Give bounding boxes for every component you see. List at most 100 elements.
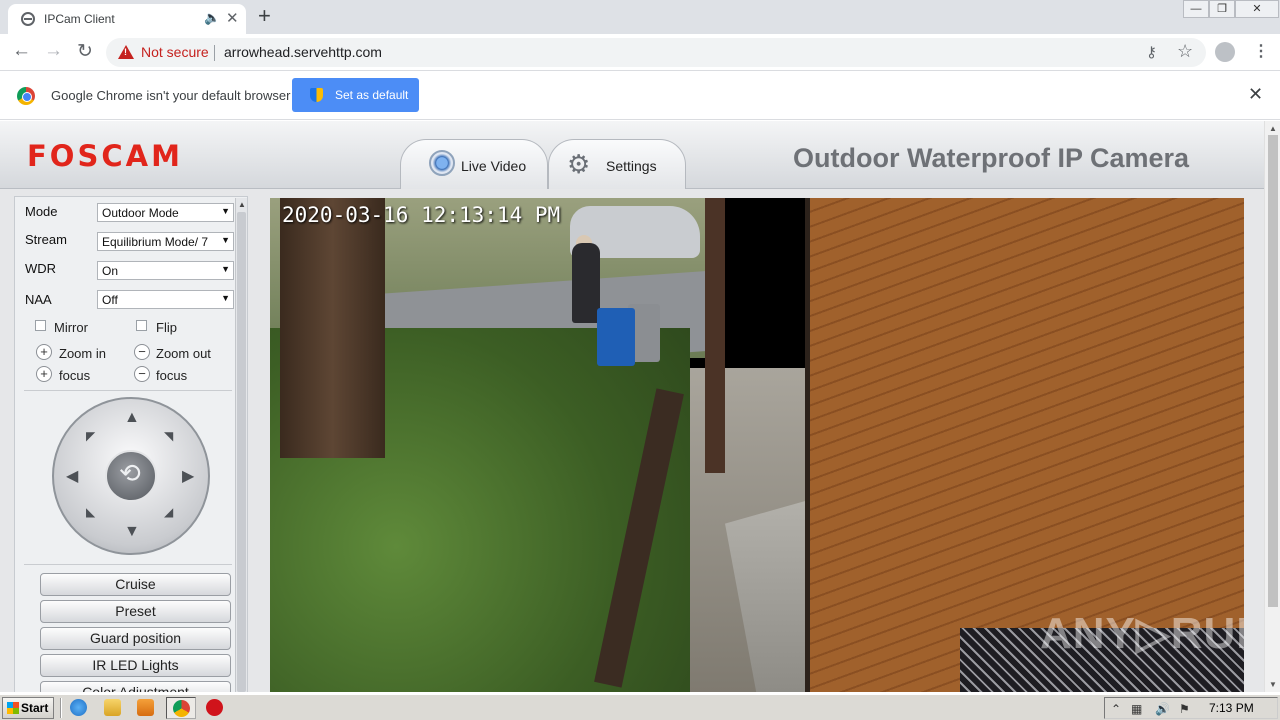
chrome-logo-icon bbox=[17, 87, 35, 105]
url-text[interactable]: arrowhead.servehttp.com bbox=[224, 44, 382, 60]
profile-avatar-icon[interactable] bbox=[1215, 42, 1235, 62]
scroll-down-arrow[interactable]: ▼ bbox=[1269, 680, 1277, 689]
wdr-label: WDR bbox=[25, 261, 57, 276]
pan-down-right-arrow-icon[interactable]: ◢ bbox=[164, 505, 173, 519]
anyrun-watermark: ANY▷RUN bbox=[1040, 609, 1244, 658]
focus-in-label: focus bbox=[59, 368, 91, 383]
mirror-label: Mirror bbox=[54, 320, 88, 335]
zoom-in-plus-icon[interactable]: + bbox=[36, 344, 52, 360]
taskbar-clock[interactable]: 7:13 PM bbox=[1209, 701, 1254, 715]
chrome-taskbar-button[interactable] bbox=[166, 697, 196, 719]
ptz-home-button[interactable]: ⟲ bbox=[105, 450, 157, 502]
naa-select[interactable]: Off ▼ bbox=[97, 290, 234, 309]
key-icon[interactable]: ⚷ bbox=[1146, 43, 1157, 61]
browser-tab[interactable]: IPCam Client 🔈 ✕ bbox=[8, 4, 246, 34]
focus-plus-icon[interactable]: + bbox=[36, 366, 52, 382]
close-window-button[interactable]: ✕ bbox=[1235, 0, 1279, 18]
live-video-feed[interactable]: 2020-03-16 12:13:14 PM ANY▷RUN bbox=[270, 198, 1244, 692]
zoom-out-minus-icon[interactable]: − bbox=[134, 344, 150, 360]
browser-menu-icon[interactable]: ⋮ bbox=[1253, 41, 1269, 61]
start-button[interactable]: Start bbox=[2, 697, 54, 719]
reload-button[interactable]: ↻ bbox=[77, 40, 93, 63]
new-tab-button[interactable]: + bbox=[258, 3, 271, 29]
divider bbox=[24, 390, 232, 391]
video-person bbox=[572, 243, 600, 323]
volume-icon[interactable]: 🔊 bbox=[1155, 702, 1170, 716]
stream-select[interactable]: Equilibrium Mode/ 7 ▼ bbox=[97, 232, 234, 251]
back-button[interactable]: ← bbox=[12, 40, 31, 62]
color-adjustment-button[interactable]: Color Adjustment bbox=[40, 681, 231, 692]
default-browser-infobar: Google Chrome isn't your default browser… bbox=[0, 72, 1280, 120]
scroll-up-arrow[interactable]: ▲ bbox=[1269, 124, 1277, 133]
panel-scroll-thumb[interactable] bbox=[237, 212, 246, 692]
mode-label: Mode bbox=[25, 204, 58, 219]
mode-select[interactable]: Outdoor Mode ▼ bbox=[97, 203, 234, 222]
bookmark-star-icon[interactable]: ☆ bbox=[1177, 41, 1193, 62]
page-title: Outdoor Waterproof IP Camera bbox=[793, 143, 1190, 173]
wdr-value: On bbox=[102, 264, 119, 278]
set-as-default-button[interactable]: Set as default bbox=[292, 78, 419, 112]
minimize-button[interactable]: — bbox=[1183, 0, 1209, 18]
tab-close-icon[interactable]: ✕ bbox=[226, 9, 239, 27]
stream-value: Equilibrium Mode/ 7 bbox=[102, 235, 209, 249]
set-as-default-label: Set as default bbox=[335, 88, 409, 102]
pan-down-left-arrow-icon[interactable]: ◣ bbox=[86, 505, 95, 519]
forward-button[interactable]: → bbox=[44, 40, 63, 62]
not-secure-label[interactable]: Not secure bbox=[141, 44, 209, 60]
video-blue-bin bbox=[597, 308, 635, 366]
tab-live-video[interactable]: Live Video bbox=[400, 139, 548, 189]
page-scrollbar[interactable]: ▲ ▼ bbox=[1264, 121, 1280, 692]
naa-value: Off bbox=[102, 293, 118, 307]
tab-live-video-label: Live Video bbox=[461, 158, 527, 174]
start-label: Start bbox=[21, 701, 49, 715]
tab-strip: IPCam Client 🔈 ✕ + — ❐ ✕ bbox=[0, 0, 1280, 34]
browser-toolbar: ← → ↻ Not secure arrowhead.servehttp.com… bbox=[0, 34, 1280, 71]
globe-icon bbox=[21, 12, 35, 26]
pan-left-arrow-icon[interactable]: ◀ bbox=[66, 466, 78, 486]
video-tree-trunk bbox=[280, 198, 385, 458]
pan-up-left-arrow-icon[interactable]: ◤ bbox=[86, 429, 95, 443]
pan-right-arrow-icon[interactable]: ▶ bbox=[182, 466, 194, 486]
zoom-in-label: Zoom in bbox=[59, 346, 106, 361]
scroll-thumb[interactable] bbox=[1268, 135, 1278, 607]
pan-down-arrow-icon[interactable]: ▼ bbox=[124, 523, 140, 541]
flip-label: Flip bbox=[156, 320, 177, 335]
camera-header: FOSCAM Live Video ⚙ Settings Outdoor Wat… bbox=[0, 121, 1264, 189]
flip-checkbox[interactable] bbox=[136, 320, 147, 331]
divider bbox=[24, 564, 232, 565]
ir-led-lights-button[interactable]: IR LED Lights bbox=[40, 654, 231, 677]
chevron-down-icon: ▼ bbox=[221, 206, 230, 216]
mirror-checkbox[interactable] bbox=[35, 320, 46, 331]
tray-expand-icon[interactable]: ⌃ bbox=[1111, 702, 1121, 716]
network-icon[interactable]: ▦ bbox=[1131, 702, 1142, 716]
mode-value: Outdoor Mode bbox=[102, 206, 179, 220]
media-player-icon[interactable] bbox=[137, 699, 154, 716]
page-viewport: FOSCAM Live Video ⚙ Settings Outdoor Wat… bbox=[0, 121, 1264, 692]
focus-minus-icon[interactable]: − bbox=[134, 366, 150, 382]
panel-scroll-up-arrow[interactable]: ▲ bbox=[238, 200, 246, 209]
guard-position-button[interactable]: Guard position bbox=[40, 627, 231, 650]
chevron-down-icon: ▼ bbox=[221, 264, 230, 274]
warning-icon[interactable] bbox=[118, 45, 134, 59]
internet-explorer-icon[interactable] bbox=[70, 699, 87, 716]
infobar-close-icon[interactable]: ✕ bbox=[1248, 84, 1263, 105]
tab-settings-label: Settings bbox=[606, 158, 657, 174]
pan-up-right-arrow-icon[interactable]: ◥ bbox=[164, 429, 173, 443]
wdr-select[interactable]: On ▼ bbox=[97, 261, 234, 280]
gear-icon: ⚙ bbox=[567, 149, 591, 179]
stream-label: Stream bbox=[25, 232, 67, 247]
tab-settings[interactable]: ⚙ Settings bbox=[548, 139, 686, 189]
restore-button[interactable]: ❐ bbox=[1209, 0, 1235, 18]
action-center-flag-icon[interactable]: ⚑ bbox=[1179, 702, 1190, 716]
preset-button[interactable]: Preset bbox=[40, 600, 231, 623]
cruise-button[interactable]: Cruise bbox=[40, 573, 231, 596]
panel-scrollbar[interactable]: ▲ bbox=[235, 198, 247, 692]
address-bar[interactable]: Not secure arrowhead.servehttp.com ⚷ ☆ bbox=[106, 38, 1206, 67]
ptz-control-wheel[interactable]: ▲ ▼ ◀ ▶ ◤ ◥ ◣ ◢ ⟲ bbox=[52, 397, 210, 555]
folder-icon[interactable] bbox=[104, 699, 121, 716]
speaker-icon[interactable]: 🔈 bbox=[204, 10, 220, 26]
stop-app-icon[interactable] bbox=[206, 699, 223, 716]
pan-up-arrow-icon[interactable]: ▲ bbox=[124, 409, 140, 427]
infobar-message: Google Chrome isn't your default browser bbox=[51, 88, 291, 103]
tab-title: IPCam Client bbox=[44, 12, 115, 26]
